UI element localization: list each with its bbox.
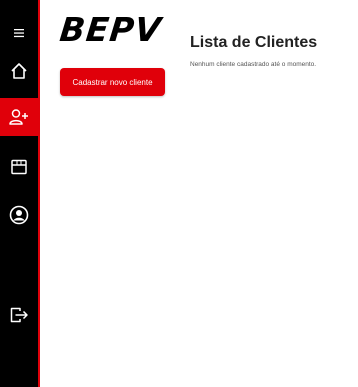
app-root: BEPV Cadastrar novo cliente Lista de Cli… xyxy=(0,0,358,387)
sidebar xyxy=(0,0,40,387)
page-title: Lista de Clientes xyxy=(190,34,318,51)
logout-icon xyxy=(10,307,28,323)
sidebar-item-logout[interactable] xyxy=(0,300,38,330)
box-icon xyxy=(11,159,27,175)
sidebar-item-menu[interactable] xyxy=(0,22,38,44)
add-client-button[interactable]: Cadastrar novo cliente xyxy=(60,68,165,96)
user-circle-icon xyxy=(9,205,29,225)
empty-state-message: Nenhum cliente cadastrado até o momento. xyxy=(190,61,317,68)
sidebar-item-products[interactable] xyxy=(0,152,38,182)
sidebar-item-profile[interactable] xyxy=(0,200,38,230)
sidebar-item-add-client[interactable] xyxy=(0,98,38,136)
brand-logo: BEPV xyxy=(57,10,164,49)
menu-icon xyxy=(14,29,24,38)
home-icon xyxy=(11,63,27,79)
add-user-icon xyxy=(9,109,28,125)
sidebar-item-home[interactable] xyxy=(0,56,38,86)
